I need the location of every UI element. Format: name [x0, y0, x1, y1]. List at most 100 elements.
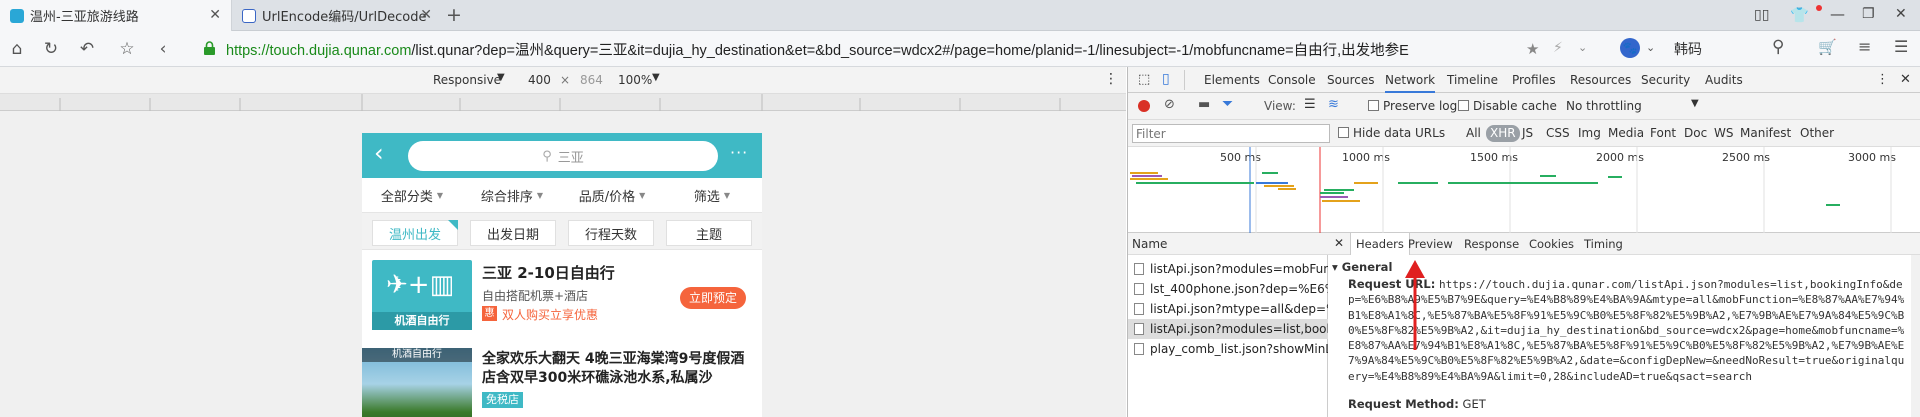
- detail-tab-timing[interactable]: Timing: [1584, 233, 1623, 255]
- tab-profiles[interactable]: Profiles: [1512, 67, 1556, 93]
- filter-xhr[interactable]: XHR: [1486, 125, 1520, 142]
- more-icon[interactable]: ···: [730, 143, 748, 162]
- chip-trip-days[interactable]: 行程天数: [568, 220, 654, 246]
- tab-security[interactable]: Security: [1641, 67, 1690, 93]
- search-engine-dropdown-icon[interactable]: ⌄: [1646, 41, 1655, 54]
- throttling-select[interactable]: No throttling: [1566, 99, 1642, 113]
- filter-all[interactable]: All: [1462, 125, 1485, 142]
- caret-down-icon: ▼: [639, 190, 646, 200]
- request-row[interactable]: listApi.json?mtype=all&dep=%...: [1128, 299, 1328, 319]
- name-column-header[interactable]: Name: [1128, 233, 1328, 255]
- filter-other[interactable]: Other: [1796, 125, 1838, 142]
- general-section-header[interactable]: ▾ General: [1332, 260, 1392, 274]
- back-arrow-icon[interactable]: ‹: [374, 139, 384, 167]
- filter-font[interactable]: Font: [1646, 125, 1680, 142]
- chip-departure-city[interactable]: 温州出发: [372, 220, 458, 246]
- detail-scrollbar[interactable]: [1911, 255, 1920, 417]
- minimize-button[interactable]: —: [1830, 5, 1845, 23]
- close-tab-icon[interactable]: ✕: [209, 7, 221, 23]
- width-input[interactable]: 400: [528, 73, 551, 87]
- home-icon[interactable]: ⌂: [6, 38, 28, 60]
- search-icon[interactable]: ⚲: [1772, 37, 1784, 57]
- inspect-element-icon[interactable]: ⬚: [1138, 72, 1150, 87]
- menu-icon[interactable]: ≡: [1858, 37, 1871, 56]
- lightning-icon[interactable]: ⚡: [1553, 40, 1563, 56]
- disable-cache-checkbox[interactable]: Disable cache: [1458, 99, 1557, 113]
- undo-icon[interactable]: ↶: [76, 38, 98, 60]
- filter-doc[interactable]: Doc: [1680, 125, 1711, 142]
- detail-tab-preview[interactable]: Preview: [1408, 233, 1453, 255]
- search-box[interactable]: 韩码: [1674, 39, 1702, 59]
- filter-manifest[interactable]: Manifest: [1736, 125, 1795, 142]
- back-icon[interactable]: ‹: [152, 38, 174, 60]
- clear-icon[interactable]: ⊘: [1164, 97, 1175, 112]
- detail-tab-response[interactable]: Response: [1464, 233, 1519, 255]
- restore-button[interactable]: ❐: [1862, 6, 1875, 22]
- filter-sort[interactable]: 综合排序 ▼: [462, 178, 562, 212]
- tab-list-icon[interactable]: ▯▯: [1754, 7, 1769, 23]
- tab-title: 温州-三亚旅游线路: [30, 10, 139, 25]
- device-toolbar-icon[interactable]: ▯: [1162, 71, 1170, 87]
- overview-icon[interactable]: ≋: [1328, 97, 1339, 112]
- sidebar-menu-icon[interactable]: ☰: [1894, 37, 1908, 56]
- devtools-menu-icon[interactable]: ⋮: [1876, 72, 1889, 87]
- filter-ws[interactable]: WS: [1710, 125, 1737, 142]
- preserve-log-checkbox[interactable]: Preserve log: [1368, 99, 1457, 113]
- hide-data-urls-checkbox[interactable]: Hide data URLs: [1338, 126, 1445, 140]
- request-row[interactable]: play_comb_list.json?showMinL...: [1128, 339, 1328, 359]
- browser-tab[interactable]: UrlEncode编码/UrlDecode解 ✕: [232, 0, 442, 31]
- capture-screenshots-icon[interactable]: ▬: [1198, 97, 1210, 112]
- cart-icon[interactable]: 🛒: [1818, 38, 1837, 56]
- new-tab-button[interactable]: +: [446, 4, 462, 26]
- checkbox-label: Disable cache: [1473, 99, 1557, 113]
- device-select[interactable]: Responsive: [433, 73, 501, 87]
- chip-theme[interactable]: 主题: [666, 220, 752, 246]
- filter-img[interactable]: Img: [1574, 125, 1605, 142]
- book-now-button[interactable]: 立即预定: [680, 287, 746, 309]
- request-row[interactable]: listApi.json?modules=mobFun...: [1128, 259, 1328, 279]
- tab-elements[interactable]: Elements: [1204, 67, 1260, 93]
- tab-timeline[interactable]: Timeline: [1447, 67, 1498, 93]
- zoom-select[interactable]: 100%: [618, 73, 652, 87]
- detail-tab-headers[interactable]: Headers: [1350, 233, 1410, 255]
- filter-price[interactable]: 品质/价格 ▼: [562, 178, 662, 212]
- refresh-icon[interactable]: ↻: [40, 38, 62, 60]
- browser-tab-active[interactable]: 温州-三亚旅游线路 ✕: [0, 0, 232, 31]
- skin-icon[interactable]: 👕: [1790, 6, 1809, 24]
- close-window-button[interactable]: ✕: [1895, 6, 1907, 22]
- favorite-star-icon[interactable]: ☆: [116, 38, 138, 60]
- filter-icon[interactable]: ⏷: [1222, 96, 1233, 112]
- close-tab-icon[interactable]: ✕: [420, 7, 432, 23]
- product-card[interactable]: ✈+▥ 机酒自由行 三亚 2-10日自由行 自由搭配机票+酒店 惠 双人购买立享…: [362, 260, 762, 340]
- tab-audits[interactable]: Audits: [1705, 67, 1743, 93]
- tab-network[interactable]: Network: [1385, 67, 1436, 93]
- large-rows-icon[interactable]: ☰: [1304, 97, 1316, 112]
- dropdown-icon[interactable]: ⌄: [1578, 41, 1587, 54]
- bookmark-star-icon[interactable]: ★: [1526, 40, 1539, 58]
- product-card[interactable]: 机酒自由行 全家欢乐大翻天 4晚三亚海棠湾9号度假酒店含双早300米环礁泳池水系…: [362, 348, 762, 417]
- devtools-close-icon[interactable]: ✕: [1900, 72, 1911, 87]
- tab-resources[interactable]: Resources: [1570, 67, 1631, 93]
- filter-category[interactable]: 全部分类 ▼: [362, 178, 462, 212]
- filter-screen[interactable]: 筛选 ▼: [662, 178, 762, 212]
- filter-js[interactable]: JS: [1518, 125, 1537, 142]
- tab-sources[interactable]: Sources: [1327, 67, 1374, 93]
- request-row-selected[interactable]: listApi.json?modules=list,book...: [1128, 319, 1328, 339]
- tab-console[interactable]: Console: [1268, 67, 1316, 93]
- mobile-search-input[interactable]: ⚲ 三亚: [408, 141, 718, 171]
- more-options-icon[interactable]: ⋮: [1104, 71, 1118, 87]
- filter-media[interactable]: Media: [1604, 125, 1648, 142]
- height-input[interactable]: 864: [580, 73, 603, 87]
- request-row[interactable]: lst_400phone.json?dep=%E6%B...: [1128, 279, 1328, 299]
- record-icon[interactable]: [1138, 100, 1150, 112]
- throttling-dropdown-icon[interactable]: ▼: [1691, 98, 1699, 109]
- filter-css[interactable]: CSS: [1542, 125, 1574, 142]
- url-input[interactable]: https://touch.dujia.qunar.com/list.qunar…: [226, 39, 1409, 60]
- device-dropdown-icon[interactable]: ▼: [497, 72, 505, 83]
- detail-tab-cookies[interactable]: Cookies: [1529, 233, 1574, 255]
- search-engine-icon[interactable]: 🐾: [1620, 38, 1640, 58]
- close-detail-icon[interactable]: ✕: [1334, 236, 1344, 250]
- zoom-dropdown-icon[interactable]: ▼: [652, 72, 660, 83]
- filter-input[interactable]: [1132, 124, 1330, 143]
- chip-departure-date[interactable]: 出发日期: [470, 220, 556, 246]
